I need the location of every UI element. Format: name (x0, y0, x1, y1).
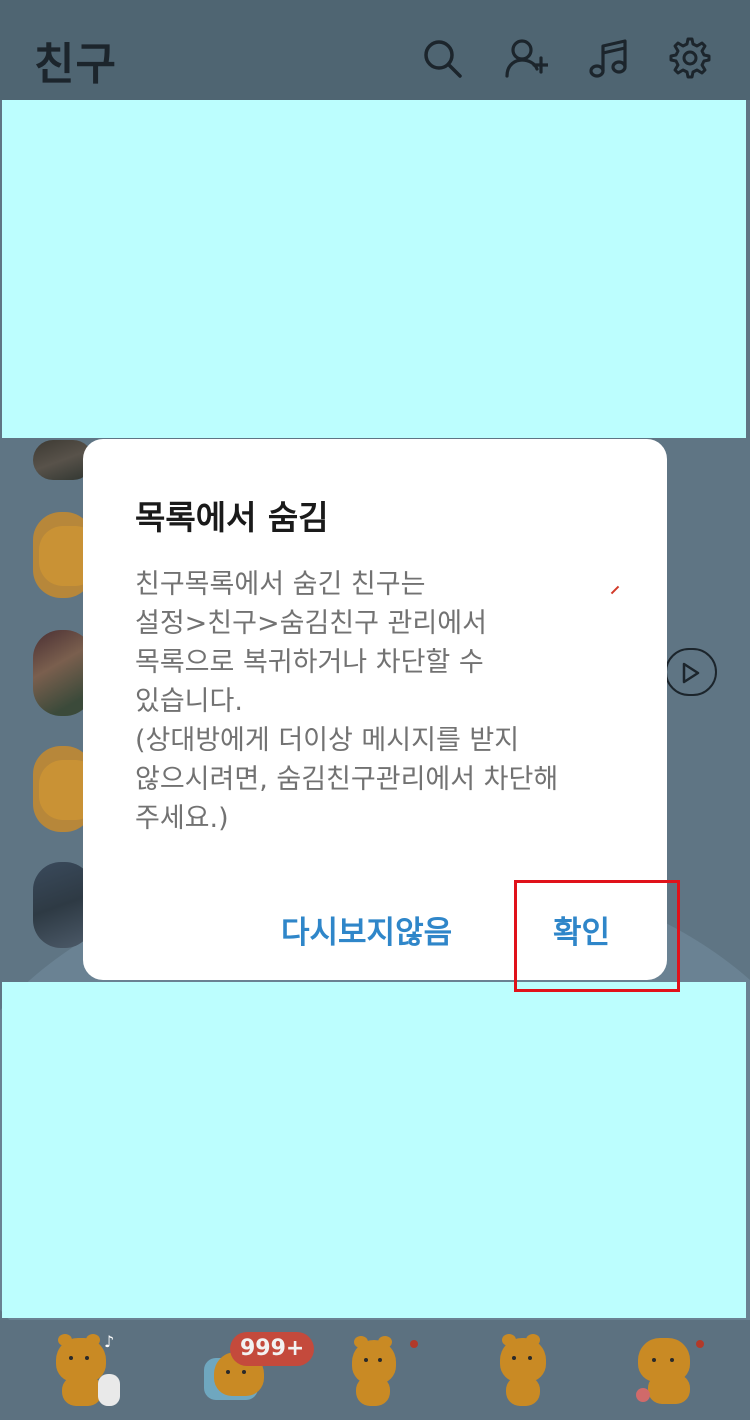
bottom-navigation: ♪ (0, 1320, 750, 1420)
dialog-message-line: 친구목록에서 숨긴 친구는 (135, 569, 426, 600)
music-icon[interactable] (586, 36, 630, 80)
dialog-title: 목록에서 숨김 (135, 498, 329, 537)
add-friend-icon[interactable] (504, 36, 550, 80)
bunny-friend-icon (98, 1374, 120, 1406)
new-dot-indicator (696, 1340, 704, 1348)
new-dot-indicator (410, 1340, 418, 1348)
more-tab[interactable] (634, 1332, 704, 1410)
search-icon[interactable] (420, 36, 464, 80)
confirm-highlight-box (514, 880, 680, 992)
dialog-message-line: 설정>친구>숨김친구 관리에서 (135, 608, 487, 639)
chat-unread-badge: 999+ (230, 1332, 315, 1366)
music-play-button[interactable] (665, 648, 717, 696)
dialog-message-line: 있습니다. (135, 686, 243, 717)
dialog-message-line: 주세요.) (135, 803, 229, 834)
page-title: 친구 (34, 39, 117, 90)
placeholder-block-bottom (2, 982, 746, 1318)
dialog-message: 친구목록에서 숨긴 친구는 설정>친구>숨김친구 관리에서 목록으로 복귀하거나… (135, 565, 635, 838)
shopping-tab[interactable] (496, 1332, 566, 1410)
placeholder-block-top (2, 100, 746, 438)
play-icon (682, 662, 700, 684)
dont-show-again-button[interactable]: 다시보지않음 (281, 907, 452, 952)
yarn-ball-icon (636, 1388, 650, 1402)
music-note-icon: ♪ (104, 1332, 115, 1351)
dialog-message-line: (상대방에게 더이상 메시지를 받지 (135, 725, 520, 756)
app-header: 친구 (0, 0, 750, 100)
settings-icon[interactable] (668, 36, 712, 80)
dialog-message-line: 목록으로 복귀하거나 차단할 수 (135, 647, 484, 678)
friends-tab[interactable]: ♪ (52, 1332, 122, 1410)
dialog-message-line: 않으시려면, 숨김친구관리에서 차단해 (135, 764, 559, 795)
